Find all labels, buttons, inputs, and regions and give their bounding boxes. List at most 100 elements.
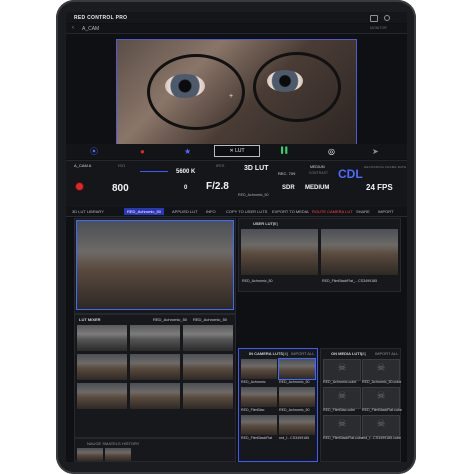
tab-info[interactable]: INFO (206, 209, 216, 214)
contrast-value[interactable]: MEDIUM (305, 185, 329, 191)
iso-slider[interactable] (140, 171, 168, 172)
contrast-label: MEDIUM (310, 165, 325, 169)
lut-tab-bar: 3D LUT LIBRARY RED_Achromic_50 APPLIED L… (66, 207, 407, 217)
fps-value[interactable]: 24 FPS (366, 183, 393, 192)
tab-copy[interactable]: COPY TO USER LUTS (226, 209, 267, 214)
history-thumb[interactable] (77, 448, 103, 461)
camera-lut-thumb[interactable] (279, 359, 315, 379)
user-luts-panel: USER LUTS [2] RED_Achromic_50 RED_FilmBl… (238, 218, 401, 292)
camera-name: A_CAM (82, 26, 100, 32)
tab-export[interactable]: EXPORT TO MEDIA (272, 209, 309, 214)
tab-route[interactable]: ROUTE CAMERA LUT (312, 209, 353, 214)
user-luts-count: [2] (273, 221, 278, 226)
lut-label[interactable]: 3D LUT (244, 165, 269, 172)
send-icon[interactable]: ➤ (372, 147, 379, 156)
mixer-thumb[interactable] (77, 383, 127, 409)
media-lut-thumb[interactable]: ☠ (362, 359, 400, 381)
mixer-thumb[interactable] (77, 325, 127, 351)
media-lut-name: red_f...CS3499185.cube (362, 436, 401, 440)
tab-import[interactable]: IMPORT (378, 209, 393, 214)
glasses-lens-right (253, 52, 341, 122)
star-icon[interactable]: ★ (184, 147, 191, 156)
media-lut-thumb[interactable]: ☠ (323, 359, 361, 381)
focus-ring-icon[interactable]: ◎ (328, 147, 335, 156)
tint-value[interactable]: 0 (184, 185, 187, 191)
in-camera-count: [4] (283, 351, 288, 356)
camera-lut-thumb[interactable] (241, 359, 277, 379)
mixer-thumb[interactable] (77, 354, 127, 380)
in-camera-luts-panel: IN CAMERA LUTS [4] IMPORT ALL RED_Achrom… (238, 348, 318, 462)
media-lut-name: RED_FilmBlackFlat.cube (362, 408, 402, 412)
media-lut-name: RED_Achromic_50.cube (362, 380, 402, 384)
camera-info-bar: A_CAM A ISO 800 5600 K 0 IRIS F/2.8 3D L… (66, 160, 407, 208)
mixer-thumb[interactable] (130, 325, 180, 351)
tab-library[interactable]: 3D LUT LIBRARY (72, 209, 104, 214)
media-lut-name: RED_FilmBlackFlat.cube (323, 436, 363, 440)
monitor-icon[interactable] (370, 15, 378, 22)
skull-icon: ☠ (376, 390, 386, 402)
camera-lut-thumb[interactable] (241, 387, 277, 407)
lut-history-header: NAUGE SMATELS HISTORY (87, 441, 140, 446)
gamma-value: SDR (282, 185, 295, 191)
back-chevron-icon[interactable]: ‹ (72, 25, 74, 31)
mixer-thumb[interactable] (130, 354, 180, 380)
camera-lut-name: RED_Achromic_50 (279, 380, 310, 384)
play-bar-icon[interactable]: ▌▌ (281, 147, 290, 156)
glasses-lens-left (147, 54, 245, 130)
camera-lut-name: red_f...CS3499185 (279, 436, 310, 440)
camera-row: ‹ A_CAM MONITOR (66, 24, 407, 34)
colorspace: REC. 709 (278, 171, 296, 176)
camera-lut-name: RED_Achromic (241, 380, 266, 384)
lut-name: RED_Achromic_50 (238, 193, 269, 197)
skull-icon: ☠ (376, 362, 386, 374)
lut-button[interactable]: ✕ LUT (214, 145, 260, 157)
record-indicator-icon[interactable] (76, 183, 83, 190)
camera-lut-name: RED_Achromic_50 (279, 408, 310, 412)
on-media-count: [8] (361, 351, 366, 356)
media-lut-name: RED_FilmBlac.cube (323, 408, 356, 412)
monitor-label: MONITOR (370, 26, 387, 30)
lut-mixer-b[interactable]: RED_Achromic_50 (193, 317, 227, 322)
camera-lut-thumb[interactable] (241, 415, 277, 435)
media-lut-thumb[interactable]: ☠ (362, 415, 400, 437)
lut-mixer-a[interactable]: RED_Achromic_50 (153, 317, 187, 322)
history-thumb[interactable] (105, 448, 131, 461)
mixer-thumb[interactable] (183, 383, 233, 409)
crosshair-icon: + (229, 93, 234, 100)
lut-preview-image[interactable] (77, 221, 233, 309)
iris-value[interactable]: F/2.8 (206, 181, 229, 192)
lut-button-label: LUT (235, 148, 245, 154)
camera-lut-name: RED_FilmBlac (241, 408, 265, 412)
media-lut-thumb[interactable]: ☠ (323, 415, 361, 437)
on-media-header: ON MEDIA LUTS (331, 351, 363, 356)
lut-mixer-header: LUT MIXER (79, 317, 101, 322)
in-camera-import-all[interactable]: IMPORT ALL (291, 351, 314, 356)
kelvin-value[interactable]: 5600 K (176, 169, 195, 175)
mixer-thumb[interactable] (183, 325, 233, 351)
wireless-icon[interactable]: ⦿ (90, 147, 98, 156)
user-lut-thumb-2[interactable] (321, 229, 398, 275)
video-preview[interactable]: + (116, 39, 357, 158)
iso-label: ISO (118, 163, 126, 168)
iso-value[interactable]: 800 (112, 183, 129, 194)
iris-label: IRIS (216, 163, 225, 168)
mixer-thumb[interactable] (183, 354, 233, 380)
user-lut-thumb-1[interactable] (241, 229, 318, 275)
tab-applied[interactable]: APPLIED LUT (172, 209, 198, 214)
tab-active-lut[interactable]: RED_Achromic_50 (124, 208, 164, 215)
record-icon[interactable]: ● (140, 147, 145, 156)
fps-label: RECORDING FRAME RATE (364, 165, 407, 169)
user-lut-name-1: RED_Achromic_50 (242, 279, 273, 283)
contrast-sub: CONTRAST (309, 171, 329, 175)
media-lut-thumb[interactable]: ☠ (362, 387, 400, 409)
title-bar: RED CONTROL PRO (66, 12, 407, 23)
media-lut-thumb[interactable]: ☠ (323, 387, 361, 409)
camera-lut-thumb[interactable] (279, 387, 315, 407)
user-lut-name-2: RED_FilmBlackFlat_...CS3499185 (322, 279, 378, 283)
cdl-value[interactable]: CDL (338, 167, 363, 181)
on-media-import-all[interactable]: IMPORT ALL (375, 351, 398, 356)
tab-share[interactable]: SHARE (356, 209, 370, 214)
settings-icon[interactable] (384, 15, 390, 21)
camera-lut-thumb[interactable] (279, 415, 315, 435)
mixer-thumb[interactable] (130, 383, 180, 409)
